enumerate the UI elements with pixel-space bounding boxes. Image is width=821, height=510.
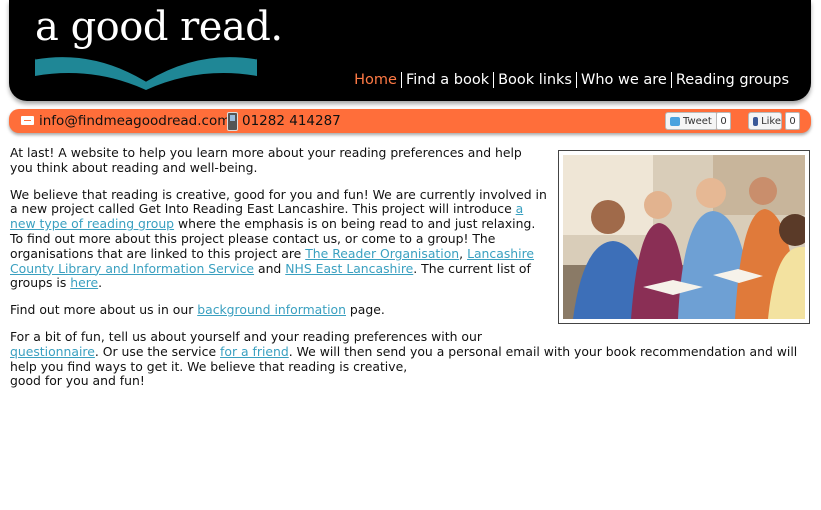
- facebook-icon: [753, 116, 759, 126]
- nhs-east-lancashire-link[interactable]: NHS East Lancashire: [285, 261, 413, 276]
- contact-bar: info@findmeagoodread.com 01282 414287 Tw…: [9, 109, 811, 133]
- like-button[interactable]: Like: [748, 112, 782, 130]
- questionnaire-link[interactable]: questionnaire: [10, 344, 95, 359]
- project-text-4: and: [254, 260, 286, 276]
- tweet-label: Tweet: [683, 115, 712, 127]
- about-text-2: page.: [345, 302, 385, 318]
- reading-group-photo: [558, 150, 810, 324]
- phone-icon: [227, 112, 238, 131]
- for-a-friend-link[interactable]: for a friend: [220, 344, 289, 359]
- project-text-6: .: [98, 275, 103, 291]
- nav-home[interactable]: Home: [354, 72, 401, 88]
- groups-list-link[interactable]: here: [70, 275, 98, 290]
- project-text-1: We believe that reading is creative, goo…: [10, 186, 547, 217]
- about-text-1: Find out more about us in our: [10, 302, 198, 318]
- project-text-3: ,: [459, 245, 468, 261]
- main-nav: Home Find a book Book links Who we are R…: [354, 72, 789, 88]
- contact-phone: 01282 414287: [242, 113, 341, 129]
- logo-text[interactable]: a good read.: [35, 4, 283, 50]
- q-text-4: good for you and fun!: [10, 373, 145, 389]
- mail-icon: [21, 116, 34, 125]
- background-info-link[interactable]: background information: [197, 302, 346, 317]
- q-text-1: For a bit of fun, tell us about yourself…: [10, 328, 482, 344]
- questionnaire-paragraph: For a bit of fun, tell us about yourself…: [10, 328, 810, 389]
- photo-image: [563, 155, 805, 319]
- q-text-2: . Or use the service: [94, 343, 221, 359]
- like-label: Like: [761, 115, 781, 127]
- nav-reading-groups[interactable]: Reading groups: [672, 72, 789, 88]
- tweet-count: 0: [716, 112, 731, 130]
- like-count: 0: [785, 112, 800, 130]
- reader-organisation-link[interactable]: The Reader Organisation: [305, 246, 459, 261]
- nav-book-links[interactable]: Book links: [494, 72, 576, 88]
- main-content: At last! A website to help you learn mor…: [10, 145, 810, 401]
- tweet-button[interactable]: Tweet: [665, 112, 718, 130]
- site-header: a good read. Home Find a book Book links…: [9, 0, 811, 101]
- contact-email[interactable]: info@findmeagoodread.com: [39, 113, 230, 129]
- nav-who-we-are[interactable]: Who we are: [577, 72, 671, 88]
- twitter-icon: [670, 116, 680, 126]
- book-logo-icon: [34, 54, 258, 90]
- nav-find-a-book[interactable]: Find a book: [402, 72, 493, 88]
